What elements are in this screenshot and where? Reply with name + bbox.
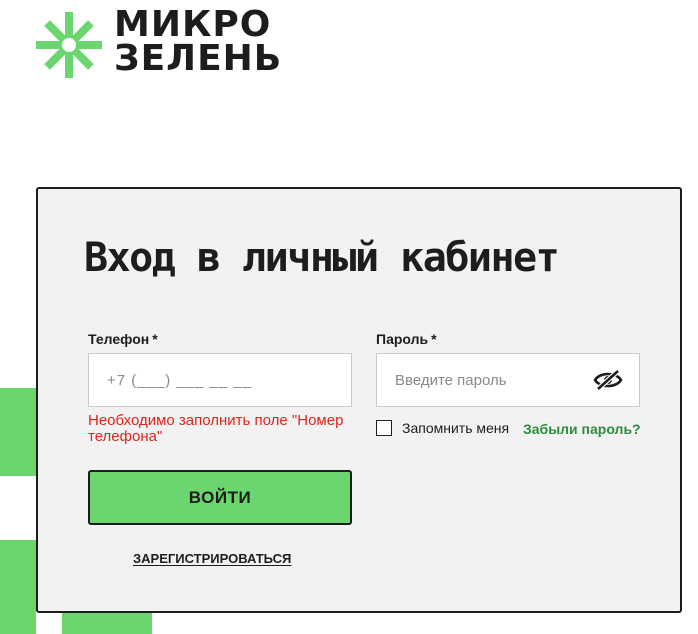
remember-me-toggle[interactable]: Запомнить меня xyxy=(376,418,509,438)
password-label: Пароль * xyxy=(376,331,437,347)
eye-slash-icon[interactable] xyxy=(593,369,623,391)
password-field-box xyxy=(376,353,640,407)
phone-error-message: Необходимо заполнить поле "Номер телефон… xyxy=(88,412,344,445)
logo-line-2: ЗЕЛЕНЬ xyxy=(114,38,283,79)
required-mark: * xyxy=(431,331,437,347)
remember-me-checkbox[interactable] xyxy=(376,420,392,436)
logo-line-1: МИКРО xyxy=(114,4,272,45)
forgot-password-link[interactable]: Забыли пароль? xyxy=(523,421,641,437)
phone-label-text: Телефон xyxy=(88,331,150,347)
login-button[interactable]: ВОЙТИ xyxy=(88,470,352,525)
password-label-text: Пароль xyxy=(376,331,429,347)
logo-wordmark: МИКРО ЗЕЛЕНЬ xyxy=(114,4,283,79)
login-card: Вход в личный кабинет Телефон* Необходим… xyxy=(36,187,682,613)
phone-field-box xyxy=(88,353,352,407)
phone-input[interactable] xyxy=(89,354,351,406)
remember-me-label: Запомнить меня xyxy=(402,420,510,436)
required-mark: * xyxy=(152,331,158,347)
logo-sparkle-icon xyxy=(36,12,102,78)
decorative-green-block xyxy=(0,540,36,634)
decorative-green-block xyxy=(0,388,36,476)
register-link[interactable]: ЗАРЕГИСТРИРОВАТЬСЯ xyxy=(133,551,291,566)
page-title: Вход в личный кабинет xyxy=(84,235,560,281)
brand-logo[interactable]: МИКРО ЗЕЛЕНЬ xyxy=(36,4,306,80)
phone-label: Телефон * xyxy=(88,331,158,347)
